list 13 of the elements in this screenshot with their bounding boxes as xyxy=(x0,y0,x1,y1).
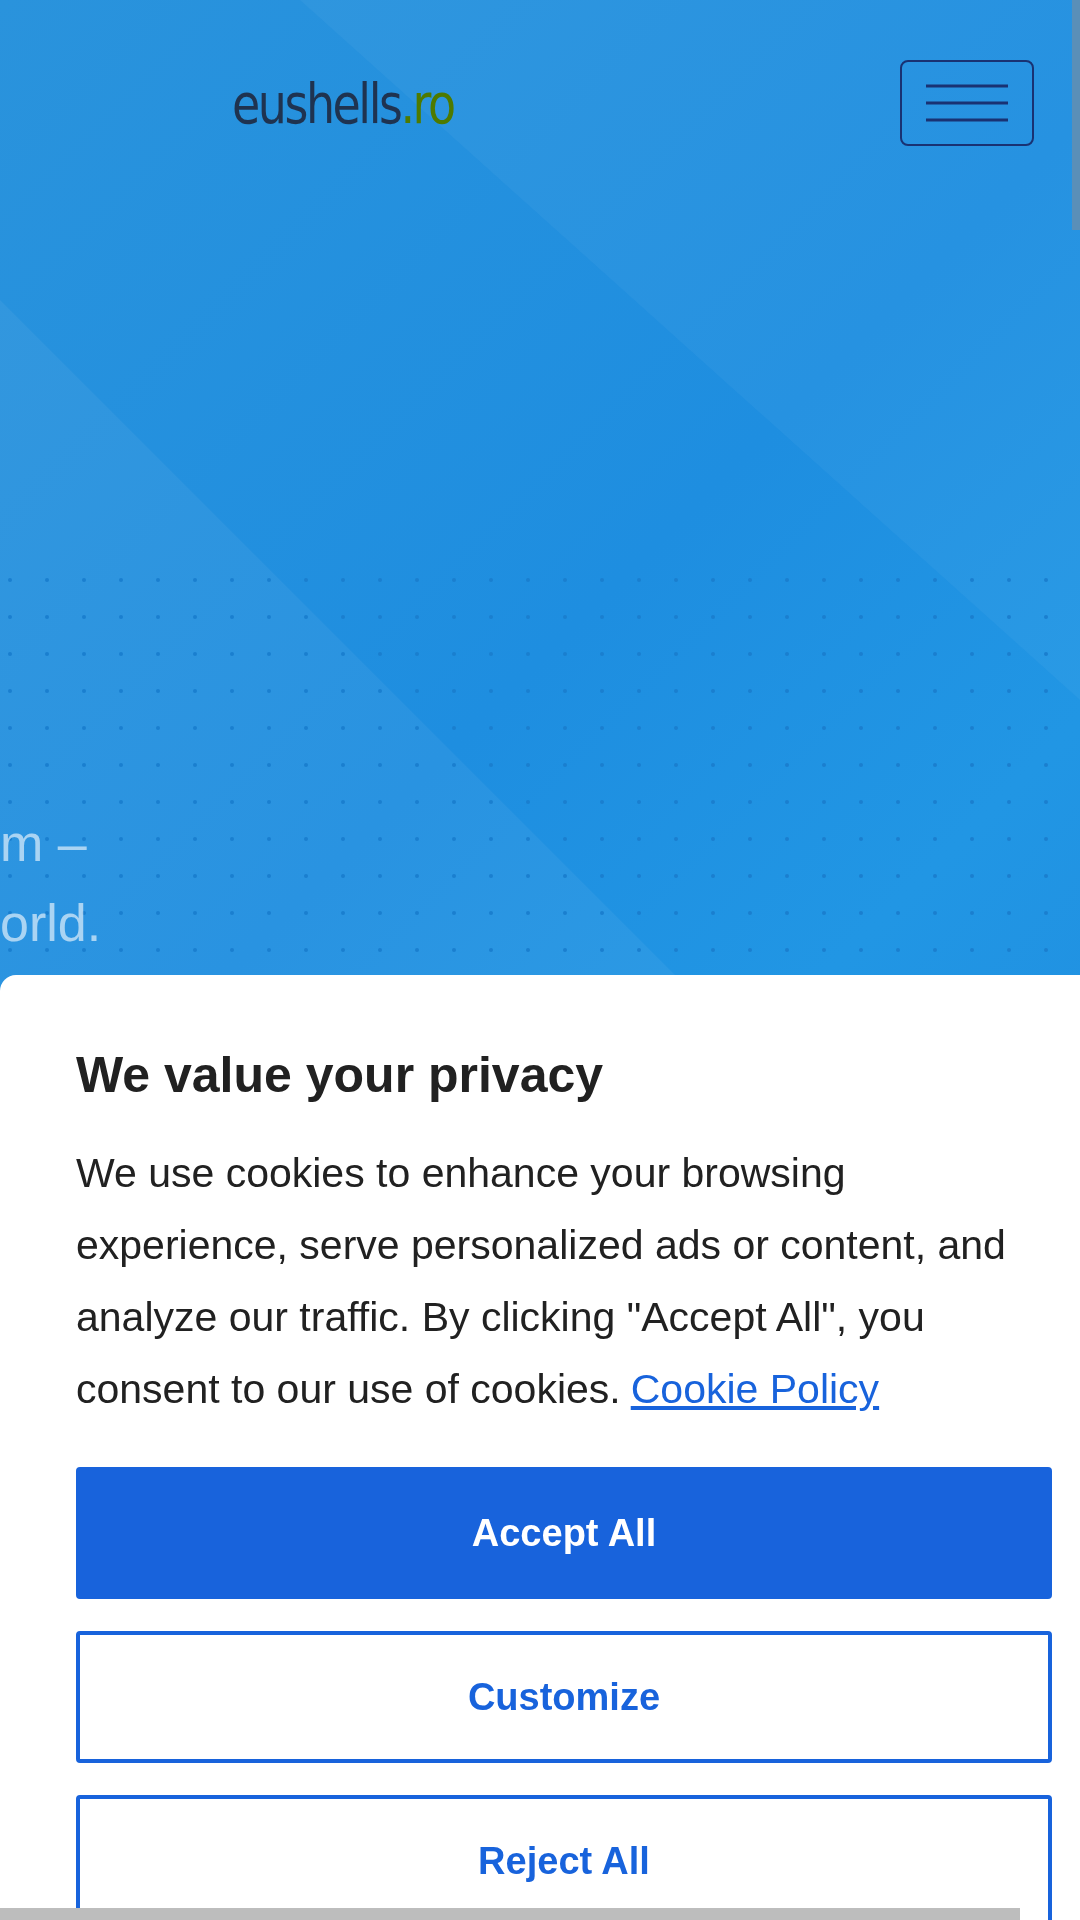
menu-button[interactable] xyxy=(900,60,1034,146)
site-logo[interactable]: eushells.ro xyxy=(232,70,454,136)
option-button[interactable]: Customize xyxy=(76,1631,1052,1763)
scrollbar[interactable] xyxy=(0,1908,1020,1920)
menu-icon xyxy=(926,84,1008,122)
cookie-policy-link[interactable]: Cookie Policy xyxy=(630,1366,880,1412)
hero-text: m – xyxy=(0,813,88,874)
dialog-message: We use cookies to enhance your browsing experience, serve personalized ads or content, and analyze our traffic. By clicking "Accept All", you consent to our use of cookies. Cookie Policy xyxy=(76,1149,1007,1414)
option-button[interactable]: Reject All xyxy=(76,1795,1052,1920)
accept-button[interactable]: Accept All xyxy=(76,1467,1052,1599)
dialog-title: We value your privacy xyxy=(76,1046,605,1105)
hero-text: orld. xyxy=(0,893,102,954)
scrollbar[interactable] xyxy=(1072,0,1080,230)
